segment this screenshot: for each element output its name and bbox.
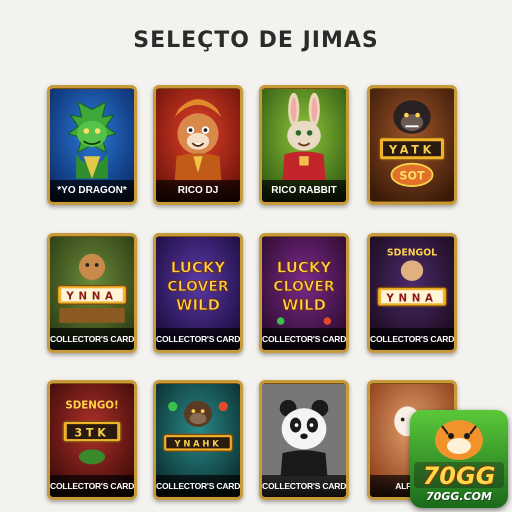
card-label: COLLECTOR'S CARD — [50, 475, 134, 497]
game-card-yo-dragon[interactable]: *YO DRAGON* — [47, 85, 137, 205]
reel-text: YNAHK — [173, 439, 221, 449]
top-text: SDENGO! — [65, 399, 118, 411]
page-title: SELEÇTO DE JIMAS — [133, 28, 379, 53]
game-card-collector-7[interactable]: COLLECTOR'S CARD — [259, 380, 349, 500]
art-text-line-1: LUCKY — [277, 258, 332, 276]
reel-text: YNNA — [385, 292, 437, 304]
game-card-collector-4[interactable]: SDENGOL YNNA COLLECTOR'S CARD — [367, 233, 457, 353]
game-card-rico-dj[interactable]: RICO DJ — [153, 85, 243, 205]
card-label: COLLECTOR'S CARD — [50, 328, 134, 350]
logo-main-text: 70GG — [422, 462, 496, 490]
card-label: COLLECTOR'S CARD — [262, 328, 346, 350]
art-text-line-3: WILD — [176, 296, 220, 314]
game-card-collector-5[interactable]: SDENGO! 3TK COLLECTOR'S CARD — [47, 380, 137, 500]
badge-text: SOT — [399, 170, 425, 183]
game-card-gorilla-slot[interactable]: YATK SOT — [367, 85, 457, 205]
card-label: COLLECTOR'S CARD — [156, 328, 240, 350]
game-card-rico-rabbit[interactable]: RICO RABBIT — [259, 85, 349, 205]
card-label: COLLECTOR'S CARD — [370, 328, 454, 350]
card-label: RICO RABBIT — [262, 180, 346, 202]
reel-text: YNNA — [65, 291, 117, 303]
card-label: COLLECTOR'S CARD — [156, 475, 240, 497]
reel-text: YATK — [388, 143, 435, 156]
gorilla-slot-artwork: YATK SOT — [370, 89, 454, 201]
reel-text: 3TK — [74, 426, 109, 439]
game-card-collector-6[interactable]: YNAHK COLLECTOR'S CARD — [153, 380, 243, 500]
art-text-line-2: CLOVER — [273, 279, 335, 295]
art-text-line-1: LUCKY — [171, 258, 226, 276]
art-text-line-2: CLOVER — [167, 279, 229, 295]
card-label: RICO DJ — [156, 180, 240, 202]
game-card-collector-3[interactable]: LUCKY CLOVER WILD COLLECTOR'S CARD — [259, 233, 349, 353]
brand-logo[interactable]: 70GG 70GG.COM — [410, 410, 508, 508]
game-card-collector-2[interactable]: LUCKY CLOVER WILD COLLECTOR'S CARD — [153, 233, 243, 353]
card-label: *YO DRAGON* — [50, 180, 134, 202]
top-text: SDENGOL — [387, 248, 437, 259]
card-label: COLLECTOR'S CARD — [262, 475, 346, 497]
logo-sub-text: 70GG.COM — [426, 490, 492, 503]
game-card-collector-1[interactable]: YNNA COLLECTOR'S CARD — [47, 233, 137, 353]
art-text-line-3: WILD — [282, 296, 326, 314]
